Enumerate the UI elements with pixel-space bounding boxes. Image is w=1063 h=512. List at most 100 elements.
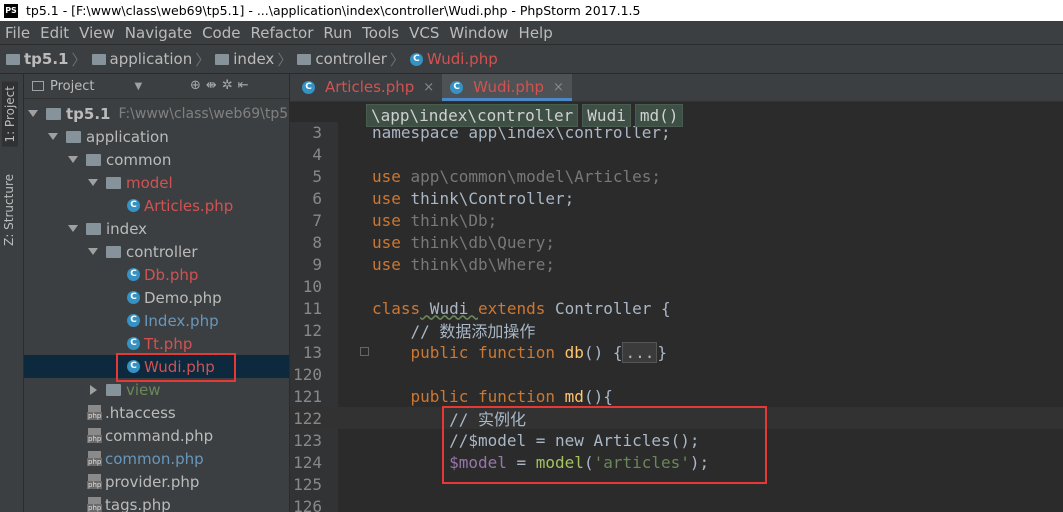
tab-structure-toolwindow[interactable]: Z: Structure: [2, 174, 16, 246]
nav-crumb-index[interactable]: index: [215, 50, 274, 68]
tree-item-tp5.1[interactable]: tp5.1 F:\www\class\web69\tp5.1: [24, 102, 289, 125]
editor-tabs: C Articles.php × C Wudi.php ×: [290, 74, 1063, 102]
left-tool-strip: 1: Project Z: Structure: [0, 74, 24, 512]
collapse-arrow-icon[interactable]: [90, 384, 97, 395]
expand-arrow-icon[interactable]: [48, 133, 58, 140]
code-line[interactable]: 11 class Wudi extends Controller {: [290, 297, 1063, 319]
editor-panel: C Articles.php × C Wudi.php × \app\index\con…: [290, 74, 1063, 512]
folded-code-block[interactable]: ...: [622, 341, 658, 363]
phpstorm-logo-icon: PS: [4, 3, 18, 18]
menu-code[interactable]: Code: [197, 24, 245, 42]
tree-item-htaccess[interactable]: .htaccess: [24, 401, 289, 424]
dropdown-arrow-icon[interactable]: ▼: [134, 81, 142, 92]
folder-icon: [297, 53, 312, 65]
menu-run[interactable]: Run: [318, 24, 357, 42]
window-title: tp5.1 - [F:\www\class\web69\tp5.1] - ...…: [26, 3, 641, 18]
menu-vcs[interactable]: VCS: [404, 24, 444, 42]
menu-refactor[interactable]: Refactor: [245, 24, 318, 42]
code-breadcrumbs: \app\index\controller Wudi md(): [366, 104, 684, 127]
gear-icon[interactable]: ✲: [222, 78, 238, 93]
folder-icon: [86, 153, 101, 166]
php-class-icon: C: [127, 314, 140, 327]
panel-actions: ⊕⇼✲⇤: [190, 78, 254, 93]
tree-item-tags-php[interactable]: tags.php: [24, 493, 289, 512]
nav-crumb-root[interactable]: tp5.1: [6, 50, 68, 68]
window-titlebar: PS tp5.1 - [F:\www\class\web69\tp5.1] - …: [0, 0, 1063, 21]
menu-view[interactable]: View: [74, 24, 120, 42]
code-line[interactable]: 121 public function md(){: [290, 385, 1063, 407]
hide-icon[interactable]: ⇤: [238, 78, 254, 93]
highlight-box-code: [442, 406, 767, 484]
menu-help[interactable]: Help: [514, 24, 558, 42]
tree-item-db-php[interactable]: C Db.php: [24, 263, 289, 286]
code-line[interactable]: 5 use app\common\model\Articles;: [290, 165, 1063, 187]
code-line[interactable]: 9 use think\db\Where;: [290, 253, 1063, 275]
collapse-all-icon[interactable]: ⇼: [206, 78, 222, 93]
tree-item-provider-php[interactable]: provider.php: [24, 470, 289, 493]
code-line[interactable]: 126: [290, 495, 1063, 512]
nav-crumb-controller[interactable]: controller: [297, 50, 387, 68]
menu-edit[interactable]: Edit: [35, 24, 74, 42]
navigation-bar: tp5.1 〉 application 〉 index 〉 controller 〉 C…: [0, 44, 1063, 74]
expand-arrow-icon[interactable]: [68, 225, 78, 232]
code-crumb-method[interactable]: md(): [634, 104, 684, 127]
php-class-icon: C: [302, 80, 315, 94]
folder-icon: [66, 130, 81, 143]
project-panel: Project ▼ ⊕⇼✲⇤ tp5.1 F:\www\class\web69\t…: [24, 74, 289, 512]
tree-item-model[interactable]: model: [24, 171, 289, 194]
highlight-box-wudi: [116, 353, 236, 382]
folder-icon: [86, 222, 101, 235]
fold-plus-icon[interactable]: [360, 347, 369, 356]
tree-item-controller[interactable]: controller: [24, 240, 289, 263]
tree-item-common-php[interactable]: common.php: [24, 447, 289, 470]
menu-navigate[interactable]: Navigate: [120, 24, 197, 42]
expand-arrow-icon[interactable]: [88, 248, 98, 255]
folder-icon: [6, 53, 20, 65]
tree-item-application[interactable]: application: [24, 125, 289, 148]
tab-articles-php[interactable]: C Articles.php ×: [294, 74, 442, 101]
project-view-selector[interactable]: Project: [50, 79, 94, 94]
folder-icon: [46, 107, 61, 120]
php-file-icon: [87, 497, 103, 512]
file-icon: [87, 405, 103, 420]
nav-crumb-application[interactable]: application: [91, 50, 192, 68]
code-line[interactable]: 7 use think\Db;: [290, 209, 1063, 231]
tree-item-demo-php[interactable]: C Demo.php: [24, 286, 289, 309]
expand-arrow-icon[interactable]: [28, 110, 38, 117]
code-line[interactable]: 6 use think\Controller;: [290, 187, 1063, 209]
code-line[interactable]: 10: [290, 275, 1063, 297]
project-view-icon: [32, 81, 44, 91]
code-line[interactable]: 8 use think\db\Query;: [290, 231, 1063, 253]
expand-arrow-icon[interactable]: [88, 179, 98, 186]
nav-crumb-file[interactable]: C Wudi.php: [409, 50, 498, 68]
expand-arrow-icon[interactable]: [68, 156, 78, 163]
code-crumb-class[interactable]: Wudi: [582, 104, 631, 127]
code-line[interactable]: 4: [290, 143, 1063, 165]
tree-item-index-php[interactable]: C Index.php: [24, 309, 289, 332]
code-line[interactable]: 120: [290, 363, 1063, 385]
menu-file[interactable]: File: [0, 24, 35, 42]
tab-wudi-php[interactable]: C Wudi.php ×: [442, 74, 572, 101]
code-line[interactable]: 13 public function db() {...}: [290, 341, 1063, 363]
php-class-icon: C: [127, 199, 140, 212]
locate-icon[interactable]: ⊕: [190, 78, 206, 93]
close-icon[interactable]: ×: [423, 80, 434, 95]
project-panel-header: Project ▼ ⊕⇼✲⇤: [24, 74, 289, 99]
tree-item-command-php[interactable]: command.php: [24, 424, 289, 447]
tree-item-tt-php[interactable]: C Tt.php: [24, 332, 289, 355]
menu-tools[interactable]: Tools: [357, 24, 404, 42]
close-icon[interactable]: ×: [553, 80, 564, 95]
folder-icon: [106, 245, 121, 258]
code-crumb-namespace[interactable]: \app\index\controller: [366, 104, 579, 127]
php-class-icon: C: [127, 268, 140, 281]
tree-item-index[interactable]: index: [24, 217, 289, 240]
folder-icon: [106, 383, 121, 396]
tree-item-articles-php[interactable]: C Articles.php: [24, 194, 289, 217]
code-line[interactable]: 12 // 数据添加操作: [290, 319, 1063, 342]
menu-window[interactable]: Window: [444, 24, 513, 42]
php-class-icon: C: [409, 52, 423, 66]
php-class-icon: C: [127, 337, 140, 350]
php-file-icon: [87, 474, 103, 489]
tree-item-common[interactable]: common: [24, 148, 289, 171]
tab-project-toolwindow[interactable]: 1: Project: [2, 82, 18, 147]
